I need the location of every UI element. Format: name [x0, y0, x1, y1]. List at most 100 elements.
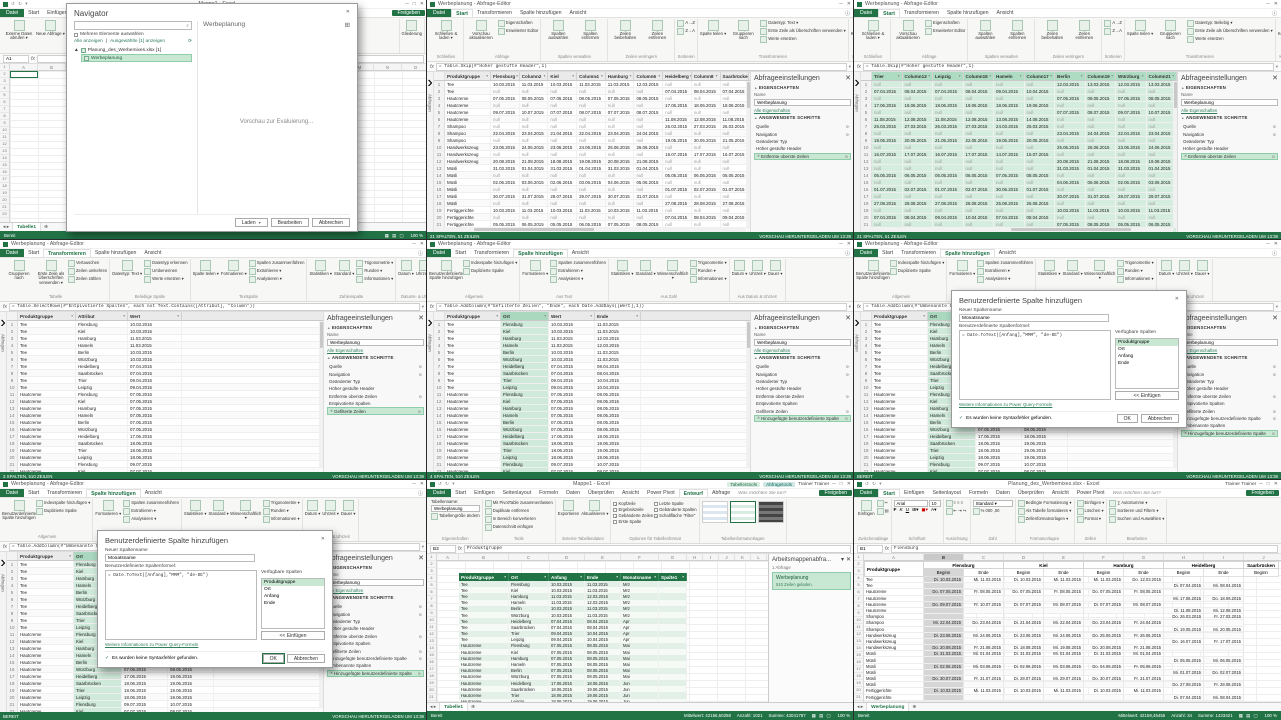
cell[interactable]: Tee [445, 370, 501, 376]
cell[interactable]: 21.04.2015 [548, 130, 578, 136]
table-row[interactable]: 2 07.04.2015 08.04.2015 07.04.2015 08.04.201… [861, 88, 1177, 95]
cell[interactable]: 21.05.2015 [933, 137, 964, 143]
column-header[interactable]: Saarbrücken [721, 72, 750, 80]
ribbon-button[interactable]: Vorschau aktualisieren [466, 19, 496, 41]
cell[interactable]: null [634, 200, 664, 206]
cell[interactable]: null [1116, 151, 1147, 157]
table-format-option[interactable]: ✓ Gebänderte Zeilen [613, 513, 653, 519]
cell[interactable]: 10.04.2015 [595, 377, 641, 383]
city-header[interactable]: Kiel [1004, 561, 1084, 569]
applied-step[interactable]: Navigation ⚙ [754, 130, 851, 137]
ribbon-button[interactable]: Runden ▾ [356, 268, 393, 275]
cell[interactable]: Saarbrücken [76, 440, 128, 446]
cell[interactable] [659, 698, 687, 702]
cell[interactable]: null [520, 200, 549, 206]
ribbon-tab[interactable]: Einfügen [900, 489, 928, 497]
cell[interactable]: Tee [445, 81, 491, 87]
cell[interactable]: 18.06.2015 [902, 102, 933, 108]
ribbon-button[interactable]: Werte ersetzen [1187, 36, 1273, 43]
cell[interactable]: Berlin [501, 419, 549, 425]
cell[interactable]: 25.08.2015 [994, 200, 1025, 206]
table-row[interactable]: 18 Hautcreme Saarbrücken 18.06.2015 [7, 440, 323, 447]
cell[interactable]: 11.08.2015 [872, 116, 903, 122]
cell[interactable]: 07.04.2015 [872, 214, 903, 220]
expand-icon[interactable]: › [427, 314, 432, 332]
cell[interactable]: 08.05.2015 [520, 95, 549, 101]
cell[interactable]: Heidelberg [74, 673, 122, 679]
cell[interactable]: 07.04.2015 [549, 363, 595, 369]
ribbon-button[interactable]: Format ▾ [1077, 516, 1105, 523]
cell[interactable]: 18.06.2015 [1022, 433, 1068, 439]
cell[interactable]: Kiel [76, 398, 128, 404]
table-row[interactable]: 7 Tee Heidelberg 07.04.2015 [7, 363, 323, 370]
cell[interactable]: 27.03.2015 [963, 123, 994, 129]
close-button[interactable]: ✕ [1274, 481, 1278, 487]
cell[interactable]: Tee [872, 363, 928, 369]
cell[interactable]: null [994, 165, 1025, 171]
row-number[interactable]: 16 [0, 169, 9, 176]
applied-step[interactable]: Gefilterte Zeilen ⚙ [1181, 407, 1278, 414]
row-number[interactable]: 12 [427, 631, 436, 638]
cell[interactable]: Müsli [445, 172, 491, 178]
cell[interactable]: null [1085, 116, 1116, 122]
cell[interactable]: 08.07.2015 [634, 109, 664, 115]
table-row[interactable]: 12 Hautcreme Kiel 07.05.2015 [7, 398, 323, 405]
cell[interactable]: Tee [872, 370, 928, 376]
cell[interactable]: 18.06.2015 [549, 440, 595, 446]
cell[interactable]: 23.06.2015 [1116, 144, 1147, 150]
cell[interactable]: null [1085, 186, 1116, 192]
ribbon-button[interactable]: Sortieren und Filtern ▾ [1109, 508, 1164, 515]
cell[interactable]: null [1055, 137, 1086, 143]
cell[interactable]: Kiel [76, 468, 128, 472]
table-row[interactable]: 21 Hautcreme Flensburg 09.07.2015 [7, 461, 323, 468]
ribbon-button[interactable]: ✂ [877, 500, 889, 507]
cell[interactable]: 07.07.2015 [122, 708, 168, 712]
applied-step[interactable]: Geänderter Typ [1181, 378, 1278, 385]
cell[interactable]: null [663, 165, 692, 171]
column-header[interactable]: Produktgruppe [445, 312, 501, 320]
cell[interactable]: null [721, 130, 750, 136]
cell[interactable]: null [663, 109, 692, 115]
column-header[interactable]: Wert [549, 312, 595, 320]
cell[interactable]: Hautcreme [18, 645, 74, 651]
cell[interactable]: Hautcreme [445, 391, 501, 397]
sheet-tab[interactable]: Tabelle1 [12, 223, 41, 231]
cell[interactable]: 24.04.2015 [634, 130, 664, 136]
table-row[interactable]: 14 05.05.2015 06.05.2015 05.05.2015 06.05.20… [861, 172, 1177, 179]
load-button[interactable]: Laden [234, 218, 268, 227]
ribbon-button[interactable]: Duplikate entfernen [485, 508, 553, 515]
cell[interactable]: null [491, 123, 520, 129]
cell[interactable]: null [577, 200, 606, 206]
ribbon-button[interactable]: Zeilen entfernen [642, 19, 672, 41]
table-row[interactable]: 8 Shampoo 22.04.2015 23.04.2015 21.04.2015 22… [434, 130, 750, 137]
ribbon-button[interactable]: Uhrzeit ▾ [749, 259, 766, 276]
custom-formula-input[interactable]: = Date.ToText([Anfang],"MMM", "de-DE") [105, 570, 257, 640]
cell[interactable]: 25.03.2015 [1024, 123, 1055, 129]
cell[interactable]: Hautcreme [445, 426, 501, 432]
formula-input[interactable]: = Table.AddColumn(#"Gefilterte Zeilen", … [435, 302, 847, 311]
applied-step[interactable]: Geänderter Typ [754, 138, 851, 145]
cell[interactable]: null [663, 158, 692, 164]
ribbon-button[interactable]: Formatieren ▾ [949, 259, 975, 276]
select-all-corner[interactable] [434, 72, 445, 80]
table-row[interactable]: 15 Müsli 02.06.2015 03.06.2015 02.06.2015 03.… [434, 179, 750, 186]
column-header[interactable]: Column2 [520, 72, 549, 80]
begin-header[interactable]: Beginn [1164, 569, 1204, 577]
cell[interactable]: 04.06.2015 [1055, 179, 1086, 185]
cell[interactable]: null [692, 207, 721, 213]
minimize-button[interactable]: ─ [1259, 481, 1263, 487]
ribbon-tab[interactable]: Daten [562, 489, 584, 497]
cell[interactable]: 10.03.2015 [491, 207, 520, 213]
cell[interactable]: Handwerkszeug [445, 151, 491, 157]
ribbon-button[interactable]: Eigenschaften [498, 20, 538, 27]
cell[interactable]: null [548, 200, 578, 206]
cell[interactable]: Hautcreme [872, 461, 928, 467]
table-row[interactable]: 17 Hautcreme Heidelberg 17.06.2015 18.06.201… [7, 673, 323, 680]
cell[interactable]: 02.06.2015 [491, 179, 520, 185]
cell[interactable]: null [1024, 130, 1055, 136]
city-header[interactable]: Hamburg [1084, 561, 1164, 569]
cell[interactable]: 12.08.2015 [902, 116, 933, 122]
cell[interactable]: Leipzig [509, 698, 549, 702]
dialog-close-icon[interactable]: ✕ [1175, 296, 1179, 308]
cell[interactable]: Hautcreme [872, 405, 928, 411]
